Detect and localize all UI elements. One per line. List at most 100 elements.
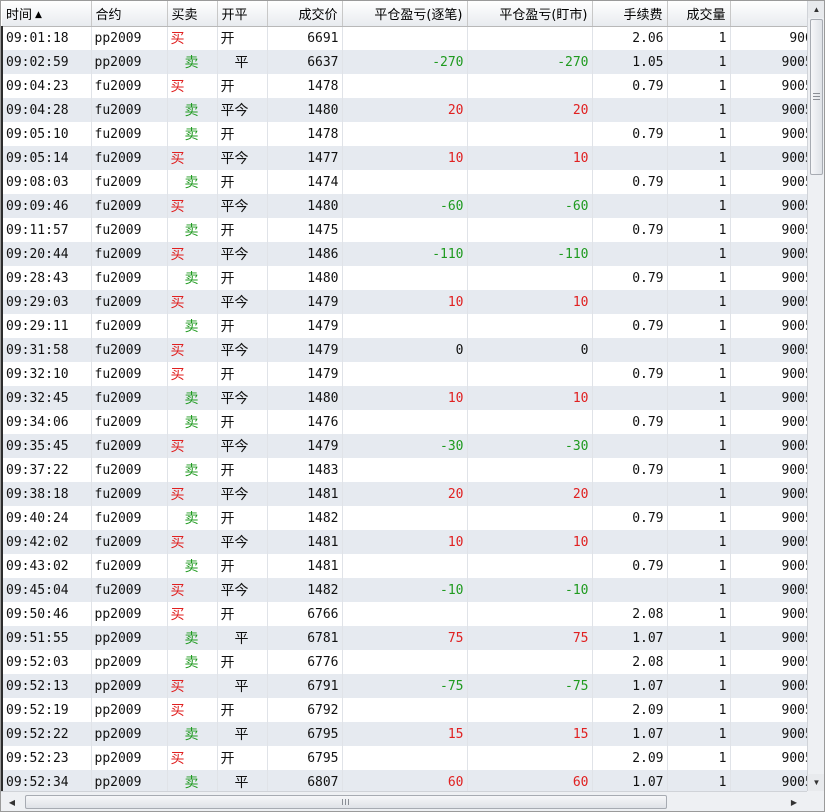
table-row[interactable]: 09:34:06fu2009卖开1476 0.791900514 bbox=[1, 410, 807, 434]
table-row[interactable]: 09:32:10fu2009买开1479 0.791900514 bbox=[1, 362, 807, 386]
column-header-close-pnl-trade[interactable]: 平仓盈亏(逐笔) bbox=[342, 1, 468, 27]
table-row[interactable]: 09:28:43fu2009卖开1480 0.791900514 bbox=[1, 266, 807, 290]
column-header-contract[interactable]: 合约 bbox=[91, 1, 168, 27]
offset-cell: 开 bbox=[217, 74, 268, 98]
table-row[interactable]: 09:38:18fu2009买平今148120201900515 bbox=[1, 482, 807, 506]
table-row[interactable]: 09:43:02fu2009卖开1481 0.791900515 bbox=[1, 554, 807, 578]
fee-cell bbox=[592, 386, 668, 410]
table-row[interactable]: 09:52:13pp2009买平6791-75-751.071900516 bbox=[1, 674, 807, 698]
offset-cell: 开 bbox=[217, 314, 268, 338]
column-header-contract-id[interactable]: 合 bbox=[730, 1, 807, 27]
horizontal-scrollbar[interactable]: ◀ ▶ bbox=[1, 791, 807, 811]
close-pnl-market-cell: 0 bbox=[467, 338, 593, 362]
direction-cell: 买 bbox=[167, 530, 218, 554]
table-row[interactable]: 09:52:19pp2009买开6792 2.091900516 bbox=[1, 698, 807, 722]
time-cell: 09:11:57 bbox=[1, 218, 92, 242]
contract-cell: fu2009 bbox=[91, 458, 168, 482]
time-cell: 09:52:03 bbox=[1, 650, 92, 674]
vertical-scrollbar[interactable]: ▲ ▼ bbox=[807, 1, 824, 791]
close-pnl-trade-cell: 0 bbox=[342, 338, 468, 362]
table-row[interactable]: 09:05:10fu2009卖开1478 0.791900511 bbox=[1, 122, 807, 146]
direction-cell: 卖 bbox=[167, 410, 218, 434]
contract-id-cell: 900514 bbox=[730, 410, 807, 434]
volume-cell: 1 bbox=[667, 266, 731, 290]
price-cell: 6791 bbox=[267, 674, 343, 698]
table-row[interactable]: 09:37:22fu2009卖开1483 0.791900514 bbox=[1, 458, 807, 482]
contract-cell: fu2009 bbox=[91, 506, 168, 530]
fee-cell: 1.07 bbox=[592, 770, 668, 791]
table-row[interactable]: 09:52:23pp2009买开6795 2.091900516 bbox=[1, 746, 807, 770]
table-row[interactable]: 09:04:23fu2009买开1478 0.791900511 bbox=[1, 74, 807, 98]
triangle-left-icon[interactable]: ◀ bbox=[3, 793, 21, 811]
table-row[interactable]: 09:08:03fu2009卖开1474 0.791900511 bbox=[1, 170, 807, 194]
column-header-time[interactable]: 时间 ▲ bbox=[2, 1, 92, 27]
price-cell: 1482 bbox=[267, 578, 343, 602]
volume-cell: 1 bbox=[667, 746, 731, 770]
contract-id-cell: 900514 bbox=[730, 266, 807, 290]
time-cell: 09:04:23 bbox=[1, 74, 92, 98]
table-row[interactable]: 09:52:34pp2009卖平680760601.071900516 bbox=[1, 770, 807, 791]
table-row[interactable]: 09:52:22pp2009卖平679515151.071900516 bbox=[1, 722, 807, 746]
direction-cell: 卖 bbox=[167, 122, 218, 146]
offset-cell: 开 bbox=[217, 362, 268, 386]
close-pnl-trade-cell: -110 bbox=[342, 242, 468, 266]
column-header-label: 手续费 bbox=[623, 7, 663, 23]
contract-id-cell: 900511 bbox=[730, 170, 807, 194]
table-row[interactable]: 09:32:45fu2009卖平今148010101900514 bbox=[1, 386, 807, 410]
column-header-price[interactable]: 成交价 bbox=[267, 1, 343, 27]
price-cell: 1480 bbox=[267, 194, 343, 218]
contract-id-cell: 900511 bbox=[730, 98, 807, 122]
table-row[interactable]: 09:29:11fu2009卖开1479 0.791900514 bbox=[1, 314, 807, 338]
table-row[interactable]: 09:45:04fu2009买平今1482-10-101900515 bbox=[1, 578, 807, 602]
table-row[interactable]: 09:52:03pp2009卖开6776 2.081900516 bbox=[1, 650, 807, 674]
table-row[interactable]: 09:31:58fu2009买平今1479001900514 bbox=[1, 338, 807, 362]
grip-line bbox=[813, 93, 820, 94]
column-header-volume[interactable]: 成交量 bbox=[667, 1, 731, 27]
table-row[interactable]: 09:50:46pp2009买开6766 2.081900515 bbox=[1, 602, 807, 626]
fee-cell: 1.07 bbox=[592, 626, 668, 650]
table-row[interactable]: 09:04:28fu2009卖平今148020201900511 bbox=[1, 98, 807, 122]
column-header-label: 平仓盈亏(逐笔) bbox=[374, 7, 463, 23]
time-cell: 09:05:10 bbox=[1, 122, 92, 146]
table-row[interactable]: 09:02:59pp2009卖平6637-270-2701.051900511 bbox=[1, 50, 807, 74]
table-row[interactable]: 09:42:02fu2009买平今148110101900515 bbox=[1, 530, 807, 554]
table-row[interactable]: 09:09:46fu2009买平今1480-60-601900512 bbox=[1, 194, 807, 218]
direction-cell: 买 bbox=[167, 362, 218, 386]
column-header-close-pnl-market[interactable]: 平仓盈亏(盯市) bbox=[467, 1, 593, 27]
table-row[interactable]: 09:51:55pp2009卖平678175751.071900516 bbox=[1, 626, 807, 650]
column-header-label: 买卖 bbox=[171, 7, 198, 23]
column-header-label: 合约 bbox=[95, 7, 122, 23]
column-header-fee[interactable]: 手续费 bbox=[592, 1, 668, 27]
triangle-down-icon[interactable]: ▼ bbox=[808, 774, 824, 791]
triangle-right-icon[interactable]: ▶ bbox=[785, 793, 803, 811]
column-header-direction[interactable]: 买卖 bbox=[167, 1, 218, 27]
close-pnl-market-cell: 75 bbox=[467, 626, 593, 650]
volume-cell: 1 bbox=[667, 602, 731, 626]
close-pnl-trade-cell: -30 bbox=[342, 434, 468, 458]
table-row[interactable]: 09:35:45fu2009买平今1479-30-301900514 bbox=[1, 434, 807, 458]
price-cell: 6795 bbox=[267, 746, 343, 770]
direction-cell: 买 bbox=[167, 26, 218, 50]
table-row[interactable]: 09:05:14fu2009买平今147710101900511 bbox=[1, 146, 807, 170]
offset-cell: 开 bbox=[217, 26, 268, 50]
trade-grid: 时间 ▲ 合约 买卖 开平 成交价 平仓盈亏(逐笔) 平仓盈亏(盯市) 手续费 成… bbox=[1, 1, 807, 791]
table-row[interactable]: 09:40:24fu2009卖开1482 0.791900515 bbox=[1, 506, 807, 530]
close-pnl-market-cell: -270 bbox=[467, 50, 593, 74]
contract-id-cell: 900511 bbox=[730, 50, 807, 74]
close-pnl-trade-cell bbox=[342, 554, 468, 578]
close-pnl-market-cell: 60 bbox=[467, 770, 593, 791]
time-cell: 09:50:46 bbox=[1, 602, 92, 626]
offset-cell: 平今 bbox=[217, 482, 268, 506]
contract-id-cell: 90051 bbox=[730, 26, 807, 50]
triangle-up-icon[interactable]: ▲ bbox=[808, 1, 824, 18]
table-row[interactable]: 09:20:44fu2009买平今1486-110-1101900513 bbox=[1, 242, 807, 266]
direction-cell: 卖 bbox=[167, 650, 218, 674]
horizontal-scroll-thumb[interactable] bbox=[25, 795, 667, 809]
price-cell: 6792 bbox=[267, 698, 343, 722]
contract-cell: fu2009 bbox=[91, 386, 168, 410]
table-row[interactable]: 09:11:57fu2009卖开1475 0.791900512 bbox=[1, 218, 807, 242]
vertical-scroll-thumb[interactable] bbox=[810, 19, 823, 175]
table-row[interactable]: 09:29:03fu2009买平今147910101900514 bbox=[1, 290, 807, 314]
table-row[interactable]: 09:01:18pp2009买开6691 2.06190051 bbox=[1, 26, 807, 50]
column-header-offset[interactable]: 开平 bbox=[217, 1, 268, 27]
